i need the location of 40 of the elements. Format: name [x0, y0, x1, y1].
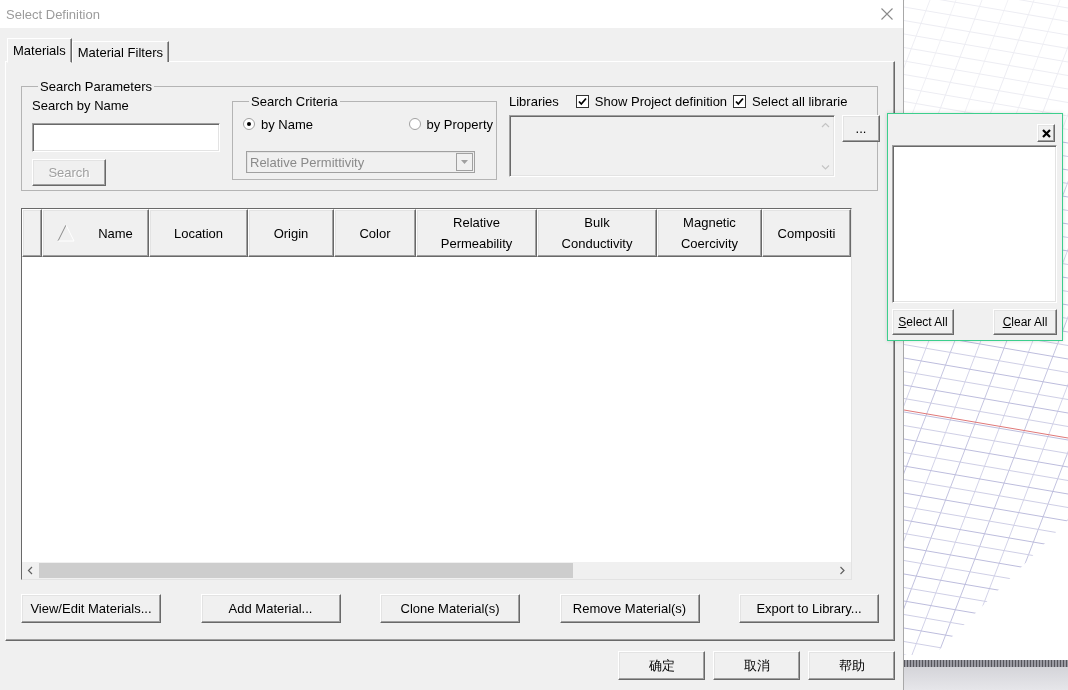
scrollbar-thumb[interactable] [39, 563, 573, 578]
cancel-button[interactable]: 取消 [713, 651, 800, 680]
chevron-down-icon [820, 164, 830, 171]
help-button[interactable]: 帮助 [808, 651, 895, 680]
column-header[interactable]: Name [42, 209, 149, 257]
view-edit-button[interactable]: View/Edit Materials... [21, 594, 161, 623]
libraries-list[interactable] [509, 115, 835, 177]
radio-option[interactable]: by Property [408, 116, 493, 132]
close-icon [1041, 128, 1051, 138]
group-title: Search Criteria [250, 94, 339, 109]
tab[interactable]: Materials [7, 38, 72, 63]
select-all-button[interactable]: Select All [892, 309, 954, 335]
ok-button[interactable]: 确定 [618, 651, 705, 680]
column-header[interactable]: Origin [248, 209, 334, 257]
column-header[interactable]: Bulk Conductivity [537, 209, 657, 257]
tab[interactable]: Material Filters [71, 41, 169, 62]
group-title: Search Parameters [39, 79, 153, 94]
export-button[interactable]: Export to Library... [739, 594, 879, 623]
column-header[interactable]: Compositi [762, 209, 851, 257]
add-material-button[interactable]: Add Material... [200, 594, 341, 623]
field-label: Search by Name [32, 98, 129, 113]
column-header[interactable]: Magnetic Coercivity [657, 209, 762, 257]
column-header[interactable]: Location [149, 209, 248, 257]
window-title: Select Definition [6, 6, 100, 22]
column-header[interactable]: Relative Permeability [416, 209, 537, 257]
clear-all-button[interactable]: Clear All [993, 309, 1057, 335]
remove-button[interactable]: Remove Material(s) [559, 594, 700, 623]
section-label: Libraries [509, 94, 559, 109]
clone-button[interactable]: Clone Material(s) [380, 594, 520, 623]
chevron-left-icon [27, 566, 34, 575]
checkbox-option[interactable]: Show Project definition [575, 94, 728, 109]
chevron-up-icon [820, 122, 830, 129]
name-field[interactable] [32, 123, 220, 152]
close-icon [881, 8, 893, 20]
checkbox-option[interactable]: Select all librarie [733, 94, 848, 109]
radio-option[interactable]: by Name [243, 116, 314, 132]
column-header[interactable]: Color [334, 209, 416, 257]
chevron-right-icon [839, 566, 846, 575]
close-button[interactable] [1037, 124, 1055, 142]
browse-button[interactable]: ... [842, 115, 880, 142]
